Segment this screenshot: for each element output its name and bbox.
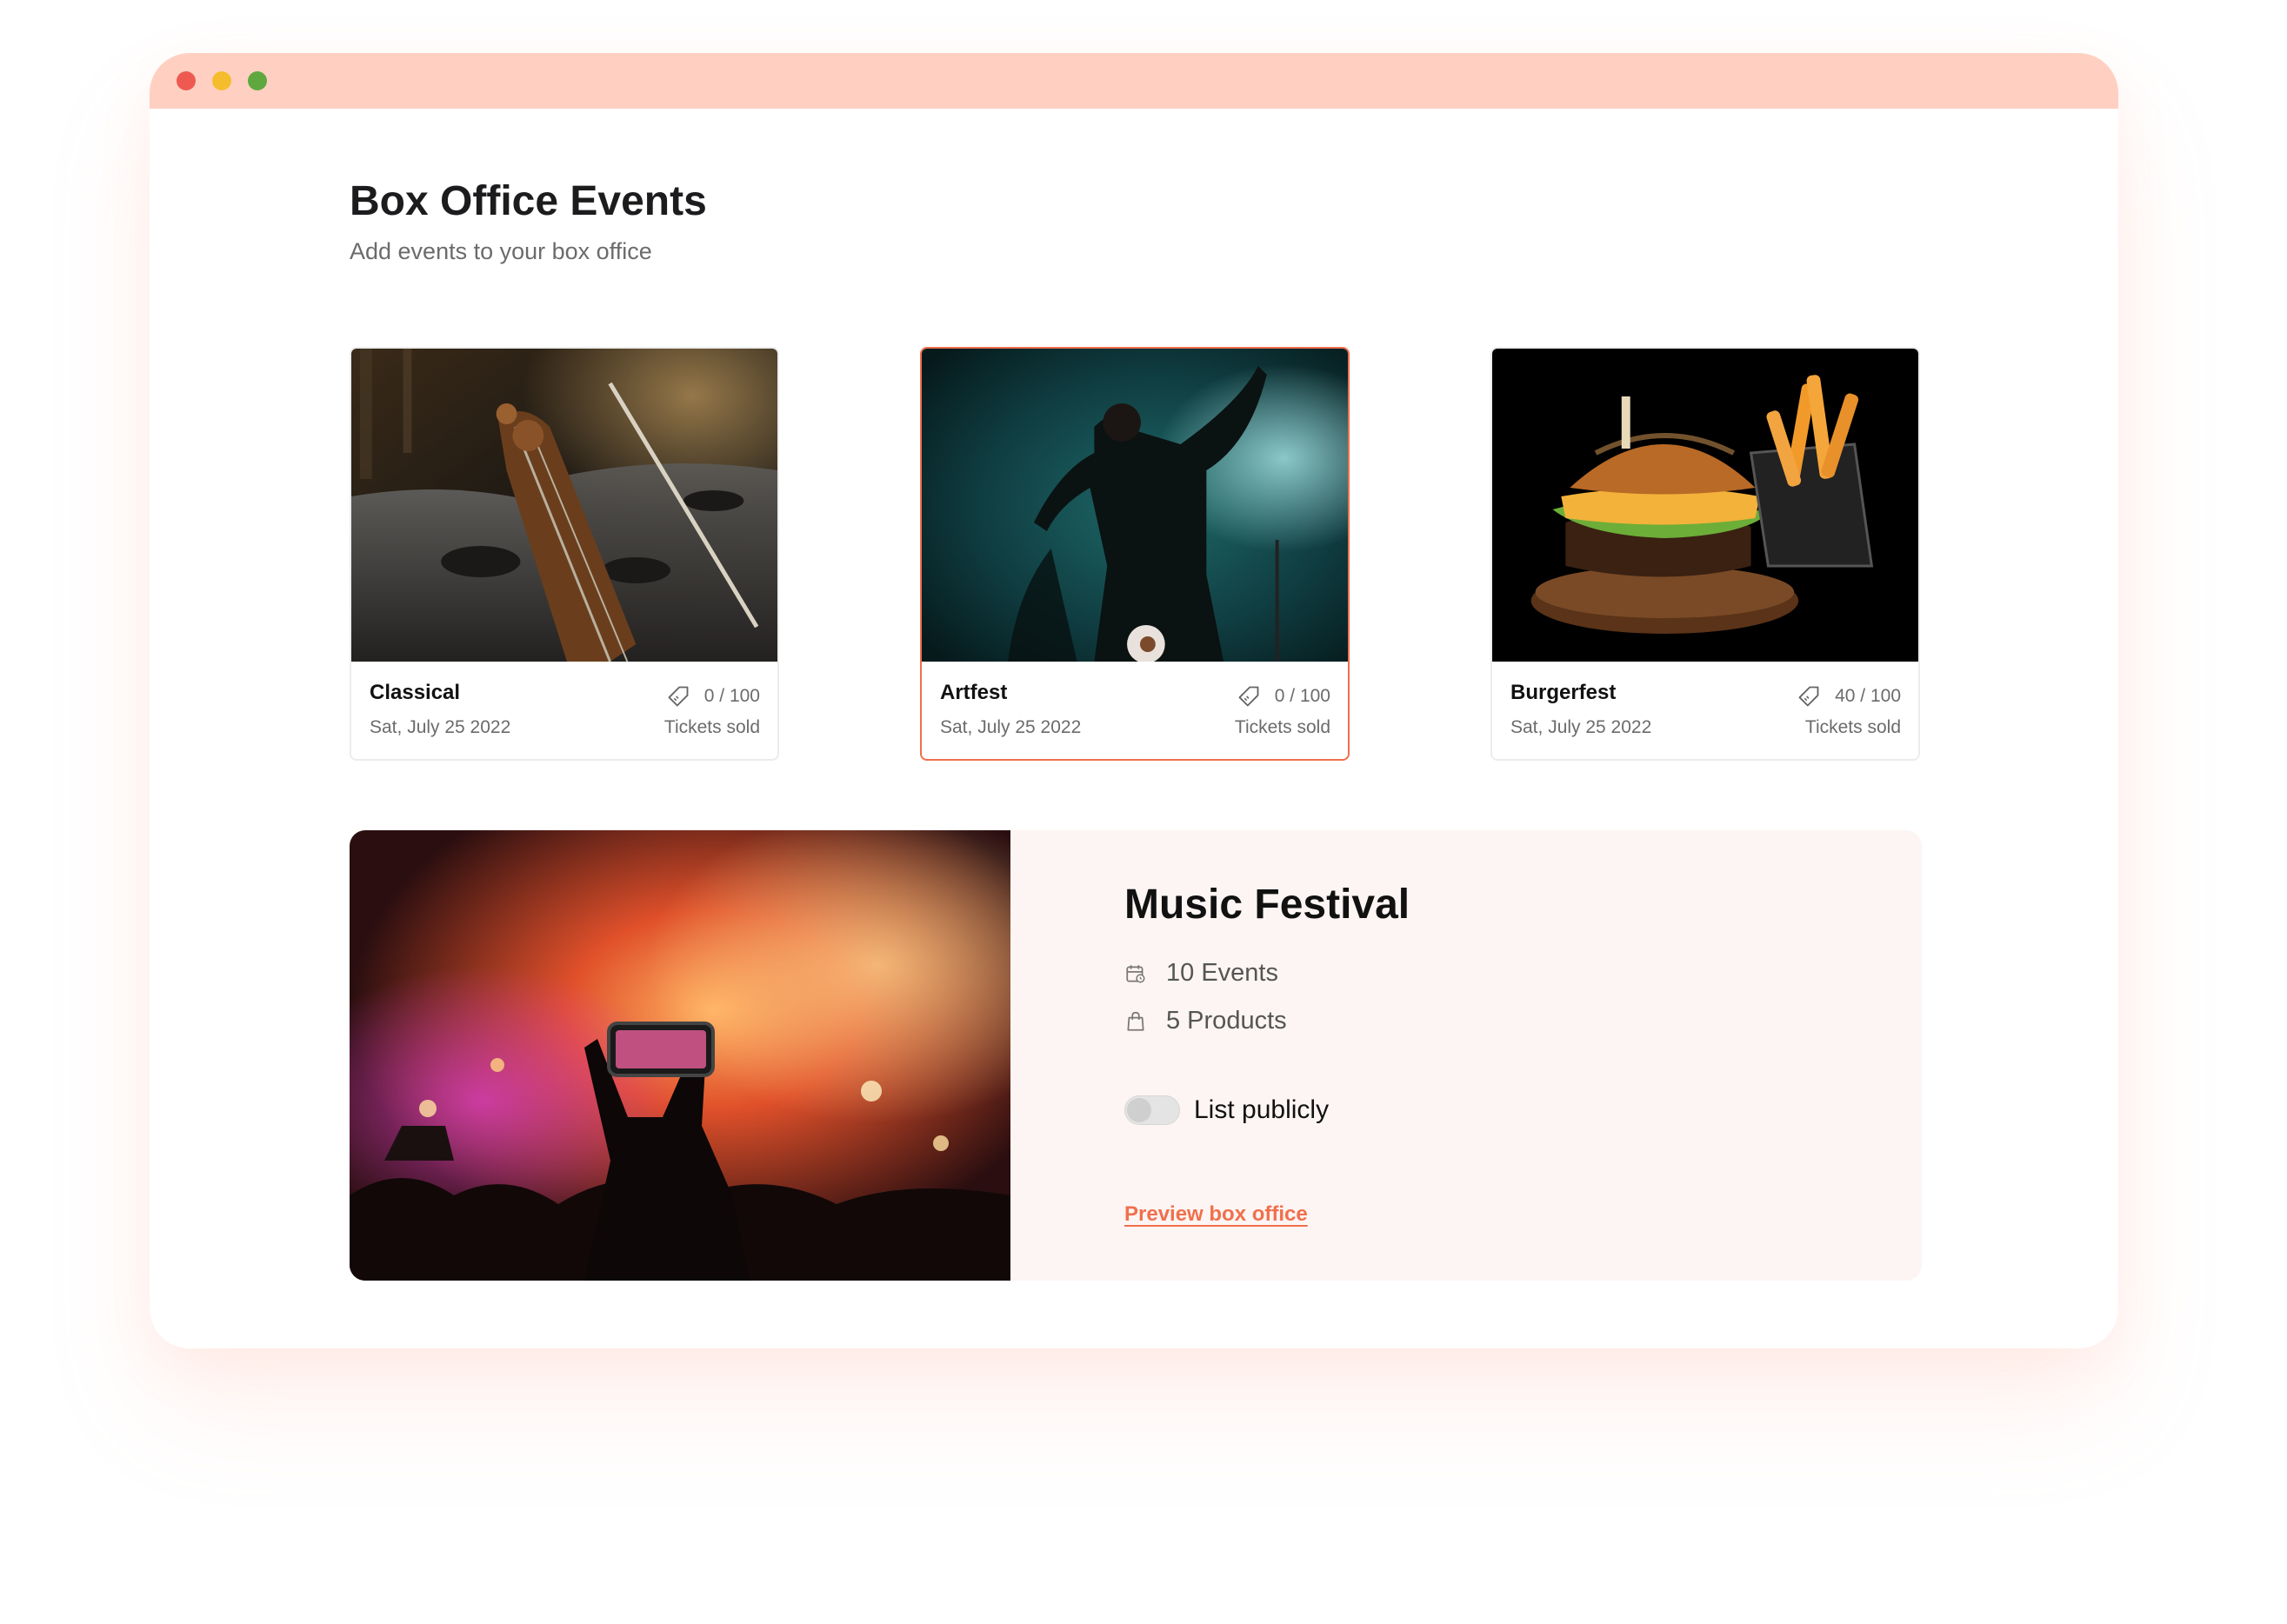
window-minimize-button[interactable] [212, 71, 231, 90]
tickets-count-value: 0 / 100 [1274, 686, 1330, 706]
page-subtitle: Add events to your box office [350, 238, 652, 264]
ticket-tag-icon [1238, 686, 1259, 707]
featured-image-concert [350, 830, 1010, 1281]
event-card-artfest[interactable]: Artfest Sat, July 25 2022 0 / 100 Ticket… [920, 347, 1350, 761]
ticket-tag-icon [668, 686, 689, 707]
event-name: Artfest [940, 681, 1008, 704]
event-image-violin [351, 349, 777, 662]
products-count-row: 5 Products [1124, 1007, 1287, 1035]
tickets-sold-label: Tickets sold [663, 717, 760, 737]
event-card-classical[interactable]: Classical Sat, July 25 2022 0 / 100 Tick… [350, 347, 779, 761]
event-name: Burgerfest [1510, 681, 1617, 704]
singer-photo [922, 349, 1348, 662]
tickets-sold-label: Tickets sold [1804, 717, 1901, 737]
window-maximize-button[interactable] [248, 71, 267, 90]
tickets-count-value: 0 / 100 [703, 686, 760, 706]
event-date: Sat, July 25 2022 [1510, 717, 1652, 737]
list-publicly-toggle[interactable] [1124, 1095, 1180, 1125]
window-titlebar [150, 53, 2118, 109]
concert-crowd-photo [350, 830, 1010, 1281]
list-publicly-label: List publicly [1194, 1095, 1330, 1124]
ticket-tag-icon [1798, 686, 1819, 707]
featured-title: Music Festival [1124, 882, 1410, 928]
page-title: Box Office Events [350, 178, 707, 224]
event-date: Sat, July 25 2022 [370, 717, 511, 737]
event-name: Classical [370, 681, 461, 704]
tickets-count: 40 / 100 [1797, 684, 1901, 709]
tickets-count: 0 / 100 [666, 684, 760, 709]
preview-box-office-link[interactable]: Preview box office [1124, 1202, 1308, 1227]
tickets-count: 0 / 100 [1237, 684, 1330, 709]
featured-box-office: Music Festival 10 Events 5 Products List… [350, 830, 1922, 1281]
event-date: Sat, July 25 2022 [940, 717, 1082, 737]
list-publicly-row: List publicly [1124, 1095, 1329, 1125]
tickets-count-value: 40 / 100 [1835, 686, 1901, 706]
event-image-singer [922, 349, 1348, 662]
calendar-icon [1126, 964, 1145, 983]
event-card-burgerfest[interactable]: Burgerfest Sat, July 25 2022 40 / 100 Ti… [1490, 347, 1920, 761]
shopping-bag-icon [1127, 1011, 1144, 1031]
events-count: 10 Events [1166, 959, 1278, 987]
events-count-row: 10 Events [1124, 959, 1278, 988]
products-count: 5 Products [1166, 1007, 1287, 1035]
window-close-button[interactable] [177, 71, 196, 90]
app-window: Box Office Events Add events to your box… [150, 53, 2118, 1348]
violin-photo [351, 349, 777, 662]
toggle-knob [1127, 1098, 1151, 1122]
burger-photo [1492, 349, 1918, 662]
event-image-burger [1492, 349, 1918, 662]
tickets-sold-label: Tickets sold [1234, 717, 1330, 737]
